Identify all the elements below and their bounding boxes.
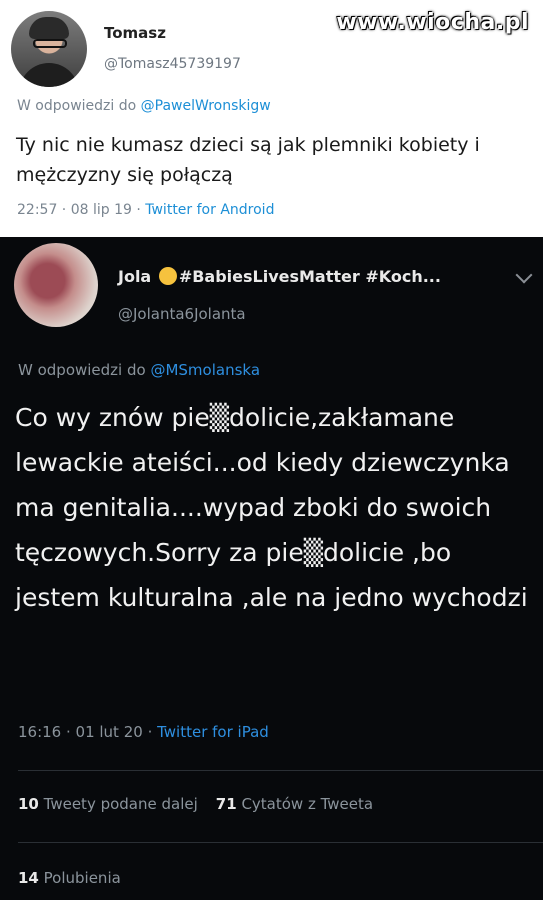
tweet-stats: 10 Tweety podane dalej 71 Cytatów z Tweet… <box>18 795 373 813</box>
quotes-label: Cytatów z Tweeta <box>241 795 374 813</box>
likes-count: 14 <box>18 869 39 887</box>
tweet-source-link[interactable]: Twitter for iPad <box>157 723 269 741</box>
tweet-text: Co wy znów pie▒dolicie,zakłamane lewacki… <box>15 403 528 612</box>
smiling-face-emoji-icon <box>158 267 177 285</box>
quotes-stat[interactable]: 71 Cytatów z Tweeta <box>216 795 373 813</box>
divider <box>18 842 543 843</box>
likes-label: Polubienia <box>43 869 121 887</box>
tweet-jola: Jola #BabiesLivesMatter #Koch... @Jolant… <box>0 237 543 900</box>
author-handle[interactable]: @Jolanta6Jolanta <box>118 305 246 323</box>
author-name-rest: #BabiesLivesMatter #Koch... <box>178 267 441 286</box>
reply-mention-link[interactable]: @PawelWronskigw <box>141 98 271 114</box>
avatar-hair <box>29 17 69 39</box>
likes-stat[interactable]: 14 Polubienia <box>18 869 121 887</box>
author-name[interactable]: Tomasz <box>104 24 166 42</box>
retweets-label: Tweety podane dalej <box>43 795 198 813</box>
avatar[interactable] <box>11 11 87 87</box>
quotes-count: 71 <box>215 795 237 813</box>
tweet-text: Ty nic nie kumasz dzieci są jak plemniki… <box>16 134 480 186</box>
author-name[interactable]: Jola #BabiesLivesMatter #Koch... <box>118 267 441 286</box>
reply-mention-link[interactable]: @MSmolanska <box>150 361 260 379</box>
reply-prefix: W odpowiedzi do <box>18 361 151 379</box>
tweet-timestamp[interactable]: 22:57 · 08 lip 19 · <box>17 202 145 218</box>
reply-context: W odpowiedzi do @MSmolanska <box>18 361 260 379</box>
divider <box>18 770 543 771</box>
chevron-down-icon[interactable] <box>515 266 533 284</box>
avatar[interactable] <box>14 243 98 327</box>
reply-prefix: W odpowiedzi do <box>17 98 141 114</box>
author-name-start: Jola <box>118 267 152 286</box>
author-handle[interactable]: @Tomasz45739197 <box>104 56 241 72</box>
watermark: www.wiocha.pl <box>336 10 529 35</box>
tweet-timestamp[interactable]: 16:16 · 01 lut 20 · <box>18 723 157 741</box>
retweets-count: 10 <box>18 795 39 813</box>
avatar-glasses <box>33 39 67 48</box>
tweet-meta: 16:16 · 01 lut 20 · Twitter for iPad <box>18 723 269 741</box>
retweets-stat[interactable]: 10 Tweety podane dalej <box>18 795 198 813</box>
reply-context: W odpowiedzi do @PawelWronskigw <box>17 98 271 114</box>
tweet-source-link[interactable]: Twitter for Android <box>145 202 274 218</box>
tweet-tomasz: www.wiocha.pl Tomasz @Tomasz45739197 W o… <box>0 0 543 228</box>
tweet-meta: 22:57 · 08 lip 19 · Twitter for Android <box>17 202 274 218</box>
avatar-shirt <box>19 63 79 87</box>
